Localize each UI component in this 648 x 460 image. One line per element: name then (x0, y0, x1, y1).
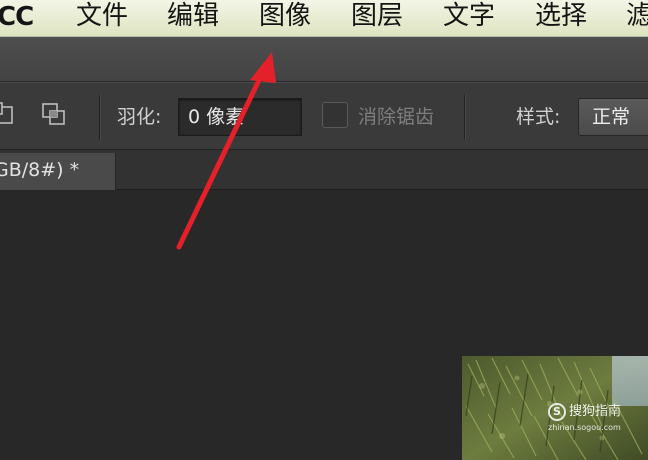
menu-file[interactable]: 文件 (76, 0, 128, 34)
menu-image[interactable]: 图像 (259, 0, 311, 34)
feather-input[interactable]: 0 像素 (178, 98, 302, 136)
document-tab-title: GB/8#) * (0, 159, 80, 181)
application-title-bar (0, 37, 648, 82)
options-divider (99, 95, 101, 139)
style-label: 样式: (516, 106, 561, 128)
watermark-url: zhinan.sogou.com (548, 423, 621, 432)
watermark: S 搜狗指南 zhinan.sogou.com (548, 403, 648, 439)
feather-label: 羽化: (117, 106, 162, 128)
menu-layer[interactable]: 图层 (351, 0, 403, 34)
new-selection-icon[interactable] (0, 101, 18, 129)
menu-edit[interactable]: 编辑 (167, 0, 219, 34)
antialias-checkbox[interactable] (322, 102, 348, 128)
watermark-brand: 搜狗指南 (569, 404, 622, 419)
options-divider (464, 95, 466, 139)
app-menu-name[interactable]: CC (0, 0, 34, 34)
photoshop-window: CC 文件 编辑 图像 图层 文字 选择 滤 羽化: 0 像素 消除锯齿 样式:… (0, 0, 648, 460)
menu-filter[interactable]: 滤 (626, 0, 648, 34)
style-select[interactable]: 正常 (578, 98, 648, 136)
antialias-label: 消除锯齿 (358, 106, 435, 128)
menu-bar: CC 文件 编辑 图像 图层 文字 选择 滤 (0, 0, 648, 37)
menu-type[interactable]: 文字 (443, 0, 495, 34)
sogou-logo-icon: S (548, 403, 566, 421)
intersect-selection-icon[interactable] (40, 101, 68, 129)
tool-options-bar: 羽化: 0 像素 消除锯齿 样式: 正常 (0, 82, 648, 150)
menu-select[interactable]: 选择 (535, 0, 587, 34)
document-tab[interactable]: GB/8#) * (0, 153, 116, 190)
document-tab-bar: GB/8#) * (0, 150, 648, 190)
